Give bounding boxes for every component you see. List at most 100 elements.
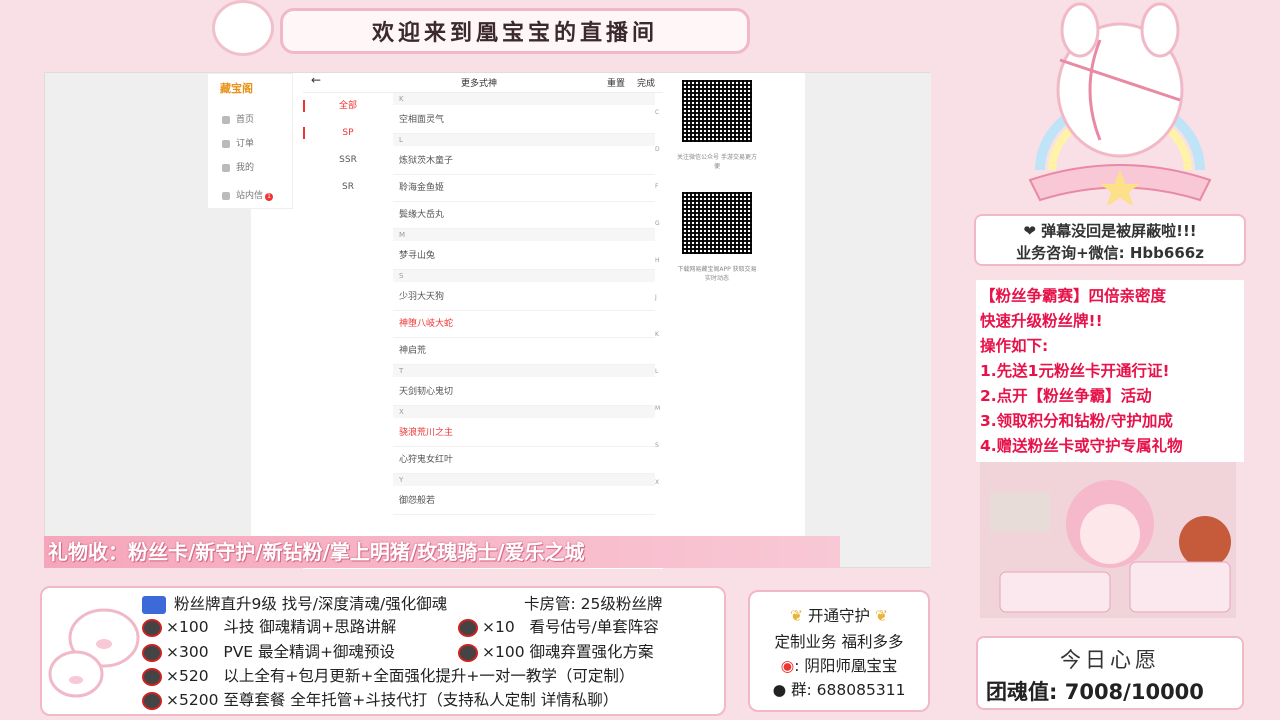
tier-row: ×520 以上全有+包月更新+全面强化提升+一对一教学（可定制） xyxy=(142,664,634,686)
filter-title: 更多式神 xyxy=(461,79,498,89)
list-item[interactable]: 骁浪荒川之主 xyxy=(393,420,655,447)
rule-line: 3.领取积分和钻粉/守护加成 xyxy=(980,412,1173,430)
qr-caption-1: 关注微信公众号 手游交易更方便 xyxy=(677,154,757,170)
list-section-header: Y xyxy=(393,474,655,486)
weibo-line: ◉: 阴阳师凰宝宝 xyxy=(780,657,898,675)
gift-strip: 礼物收：粉丝卡/新守护/新钻粉/掌上明猪/玫瑰骑士/爱乐之城 xyxy=(44,536,840,568)
fan-card-icon xyxy=(142,595,166,614)
list-section-header: M xyxy=(393,229,655,241)
cangbaoge-logo: 藏宝阁 xyxy=(220,82,253,95)
nav-orders[interactable]: 订单 xyxy=(222,136,254,149)
gift-icon xyxy=(142,667,162,686)
list-section-header: K xyxy=(393,93,655,105)
streamer-avatar xyxy=(980,462,1236,618)
app-qr-code xyxy=(677,187,757,259)
index-letter[interactable]: D xyxy=(655,146,660,153)
nav-home[interactable]: 首页 xyxy=(222,112,254,125)
shikigami-list: K 空相面灵气 L 炼狱茨木童子 聆海金鱼姬 鬓缘大岳丸 M 梦寻山兔 S 少羽大天狗 神堕八岐大蛇… xyxy=(393,93,663,569)
list-item[interactable]: 御怨般若 xyxy=(393,488,655,515)
index-letter[interactable]: S xyxy=(655,442,659,449)
list-item[interactable]: 心狩鬼女红叶 xyxy=(393,447,655,474)
index-letter[interactable]: K xyxy=(655,331,659,338)
index-letter[interactable]: X xyxy=(655,479,659,486)
list-item[interactable]: 梦寻山兔 xyxy=(393,243,655,270)
index-letter[interactable]: J xyxy=(655,294,657,301)
wing-icon: ❦ xyxy=(874,607,888,625)
category-sr[interactable]: SR xyxy=(303,174,393,200)
gift-icon xyxy=(142,691,162,710)
tier-row: ×5200 至尊套餐 全年托管+斗技代打（支持私人定制 详情私聊） xyxy=(142,688,618,710)
wing-icon: ❦ xyxy=(790,607,804,625)
wechat-qr-code xyxy=(677,75,757,147)
fan-rules-box: 【粉丝争霸赛】四倍亲密度 快速升级粉丝牌!! 操作如下: 1.先送1元粉丝卡开通… xyxy=(976,280,1244,462)
filter-header: ← 更多式神 重置 完成 xyxy=(303,73,663,93)
pig-mascot-icon xyxy=(48,608,140,698)
list-item[interactable]: 空相面灵气 xyxy=(393,107,655,134)
reset-button[interactable]: 重置 xyxy=(607,76,625,89)
daily-wish-box: 今日心愿 团魂值: 7008/10000 xyxy=(976,636,1244,710)
list-item[interactable]: 天剑韧心鬼切 xyxy=(393,379,655,406)
list-section-header: L xyxy=(393,134,655,146)
welcome-banner: 欢迎来到凰宝宝的直播间 xyxy=(280,8,750,54)
category-ssr[interactable]: SSR xyxy=(303,147,393,173)
rule-line: 【粉丝争霸赛】四倍亲密度 xyxy=(980,287,1167,305)
notice-box: ❤ 弹幕没回是被屏蔽啦!!! 业务咨询+微信: Hbb666z xyxy=(974,214,1246,266)
tier-top-right: 卡房管: 25级粉丝牌 xyxy=(524,595,663,613)
index-letter[interactable]: M xyxy=(655,405,660,412)
app-sidebar: 藏宝阁 首页 订单 我的 站内信 1 xyxy=(207,73,293,209)
notice-line-2: 业务咨询+微信: Hbb666z xyxy=(1016,244,1204,262)
category-column: 全部 SP SSR SR xyxy=(303,93,393,569)
gift-icon xyxy=(458,618,478,637)
qq-icon: ● xyxy=(772,681,787,699)
tier-top: 粉丝牌直升9级 找号/深度清魂/强化御魂 xyxy=(142,592,447,614)
rule-line: 4.赠送粉丝卡或守护专属礼物 xyxy=(980,437,1183,455)
index-letter[interactable]: H xyxy=(655,257,660,264)
index-letter[interactable]: C xyxy=(655,109,659,116)
list-item[interactable]: 鬓缘大岳丸 xyxy=(393,202,655,229)
nav-mine[interactable]: 我的 xyxy=(222,160,254,173)
rule-line: 1.先送1元粉丝卡开通行证! xyxy=(980,362,1170,380)
list-item[interactable]: 少羽大天狗 xyxy=(393,284,655,311)
game-screen: 藏宝阁 首页 订单 我的 站内信 1 ← 更多式神 重置 完成 全部 SP SSR… xyxy=(44,72,931,569)
tier-row-right: ×10 看号估号/单套阵容 xyxy=(458,615,659,637)
notice-line-1: ❤ 弹幕没回是被屏蔽啦!!! xyxy=(1023,222,1197,240)
right-margin xyxy=(805,73,931,567)
qr-caption-2: 下载网易藏宝阁APP 获取交易实时动态 xyxy=(677,266,757,282)
weibo-icon: ◉ xyxy=(780,657,795,675)
list-section-header: S xyxy=(393,270,655,282)
rule-line: 快速升级粉丝牌!! xyxy=(980,312,1103,330)
tier-row-right: ×100 御魂弃置强化方案 xyxy=(458,640,654,662)
list-item[interactable]: 神启荒 xyxy=(393,338,655,365)
bear-mascot-icon xyxy=(212,0,274,56)
index-letter[interactable]: F xyxy=(655,183,658,190)
list-section-header: T xyxy=(393,365,655,377)
qq-line: ● 群: 688085311 xyxy=(772,681,906,699)
gift-icon xyxy=(458,643,478,662)
category-all[interactable]: 全部 xyxy=(303,93,393,119)
contact-panel: ❦ 开通守护 ❦ 定制业务 福利多多 ◉: 阴阳师凰宝宝 ● 群: 688085… xyxy=(748,590,930,712)
guard-line: ❦ 开通守护 ❦ xyxy=(790,607,888,625)
list-section-header: X xyxy=(393,406,655,418)
unread-badge: 1 xyxy=(265,193,274,201)
tier-row: ×300 PVE 最全精调+御魂预设 xyxy=(142,640,395,662)
bunny-cupid-art xyxy=(1028,2,1212,206)
index-letter[interactable]: L xyxy=(655,368,658,375)
service-tiers-panel: 粉丝牌直升9级 找号/深度清魂/强化御魂 卡房管: 25级粉丝牌 ×100 斗技… xyxy=(40,586,726,716)
custom-line: 定制业务 福利多多 xyxy=(774,633,904,651)
back-arrow-icon[interactable]: ← xyxy=(311,73,321,87)
rule-line: 2.点开【粉丝争霸】活动 xyxy=(980,387,1152,405)
mail-icon xyxy=(222,191,230,200)
wish-title: 今日心愿 xyxy=(1060,648,1160,672)
list-item[interactable]: 神堕八岐大蛇 xyxy=(393,311,655,338)
list-item[interactable]: 炼狱茨木童子 xyxy=(393,148,655,175)
done-button[interactable]: 完成 xyxy=(637,76,655,89)
category-sp[interactable]: SP xyxy=(303,120,393,146)
wish-progress: 团魂值: 7008/10000 xyxy=(986,680,1204,704)
home-icon xyxy=(222,115,230,124)
tier-row: ×100 斗技 御魂精调+思路讲解 xyxy=(142,615,396,637)
gift-icon xyxy=(142,643,162,662)
order-icon xyxy=(222,139,230,148)
nav-messages[interactable]: 站内信 1 xyxy=(222,188,274,201)
index-letter[interactable]: G xyxy=(655,220,660,227)
list-item[interactable]: 聆海金鱼姬 xyxy=(393,175,655,202)
